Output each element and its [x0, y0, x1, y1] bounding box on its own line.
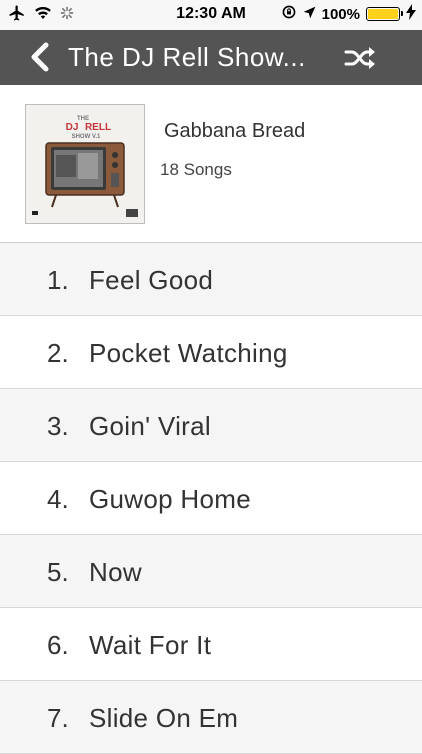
art-text-show: SHOW V.1 — [72, 134, 101, 140]
battery-icon — [366, 7, 403, 21]
back-button[interactable] — [26, 41, 56, 73]
page-title: The DJ Rell Show... — [68, 42, 306, 72]
track-row[interactable]: 3. Goin' Viral — [0, 389, 422, 462]
track-title: Now — [89, 557, 142, 587]
track-number: 6. — [47, 630, 69, 660]
status-bar: 12:30 AM 100% — [0, 0, 422, 30]
art-text-rell: RELL — [85, 122, 111, 133]
orientation-lock-icon — [281, 4, 297, 24]
album-name: Gabbana Bread — [164, 120, 306, 142]
track-row[interactable]: 4. Guwop Home — [0, 462, 422, 535]
track-row[interactable]: 1. Feel Good — [0, 243, 422, 316]
track-number: 1. — [47, 265, 69, 295]
track-row[interactable]: 7. Slide On Em — [0, 681, 422, 754]
shuffle-button[interactable] — [343, 44, 377, 72]
navigation-bar: The DJ Rell Show... — [0, 30, 422, 85]
album-header: THE DJ RELL SHOW V.1 Gabbana Bread 18 So… — [0, 85, 422, 242]
track-title: Feel Good — [89, 265, 214, 295]
track-title: Pocket Watching — [89, 338, 288, 368]
track-title: Wait For It — [89, 630, 212, 660]
album-artwork[interactable]: THE DJ RELL SHOW V.1 — [25, 104, 145, 224]
status-right-icons: 100% — [281, 4, 416, 24]
track-title: Goin' Viral — [89, 411, 211, 441]
track-number: 3. — [47, 411, 69, 441]
track-number: 7. — [47, 703, 69, 733]
track-number: 2. — [47, 338, 69, 368]
track-title: Slide On Em — [89, 703, 239, 733]
track-number: 4. — [47, 484, 69, 514]
track-title: Guwop Home — [89, 484, 251, 514]
track-row[interactable]: 6. Wait For It — [0, 608, 422, 681]
charging-bolt-icon — [406, 4, 416, 24]
battery-percent: 100% — [321, 5, 360, 23]
track-list: 1. Feel Good 2. Pocket Watching 3. Goin'… — [0, 243, 422, 754]
shuffle-icon — [344, 47, 375, 69]
track-number: 5. — [47, 557, 69, 587]
location-arrow-icon — [303, 6, 316, 23]
song-count: 18 Songs — [160, 160, 232, 179]
chevron-left-icon — [31, 42, 49, 72]
track-row[interactable]: 5. Now — [0, 535, 422, 608]
track-row[interactable]: 2. Pocket Watching — [0, 316, 422, 389]
art-text-dj: DJ — [66, 122, 79, 133]
